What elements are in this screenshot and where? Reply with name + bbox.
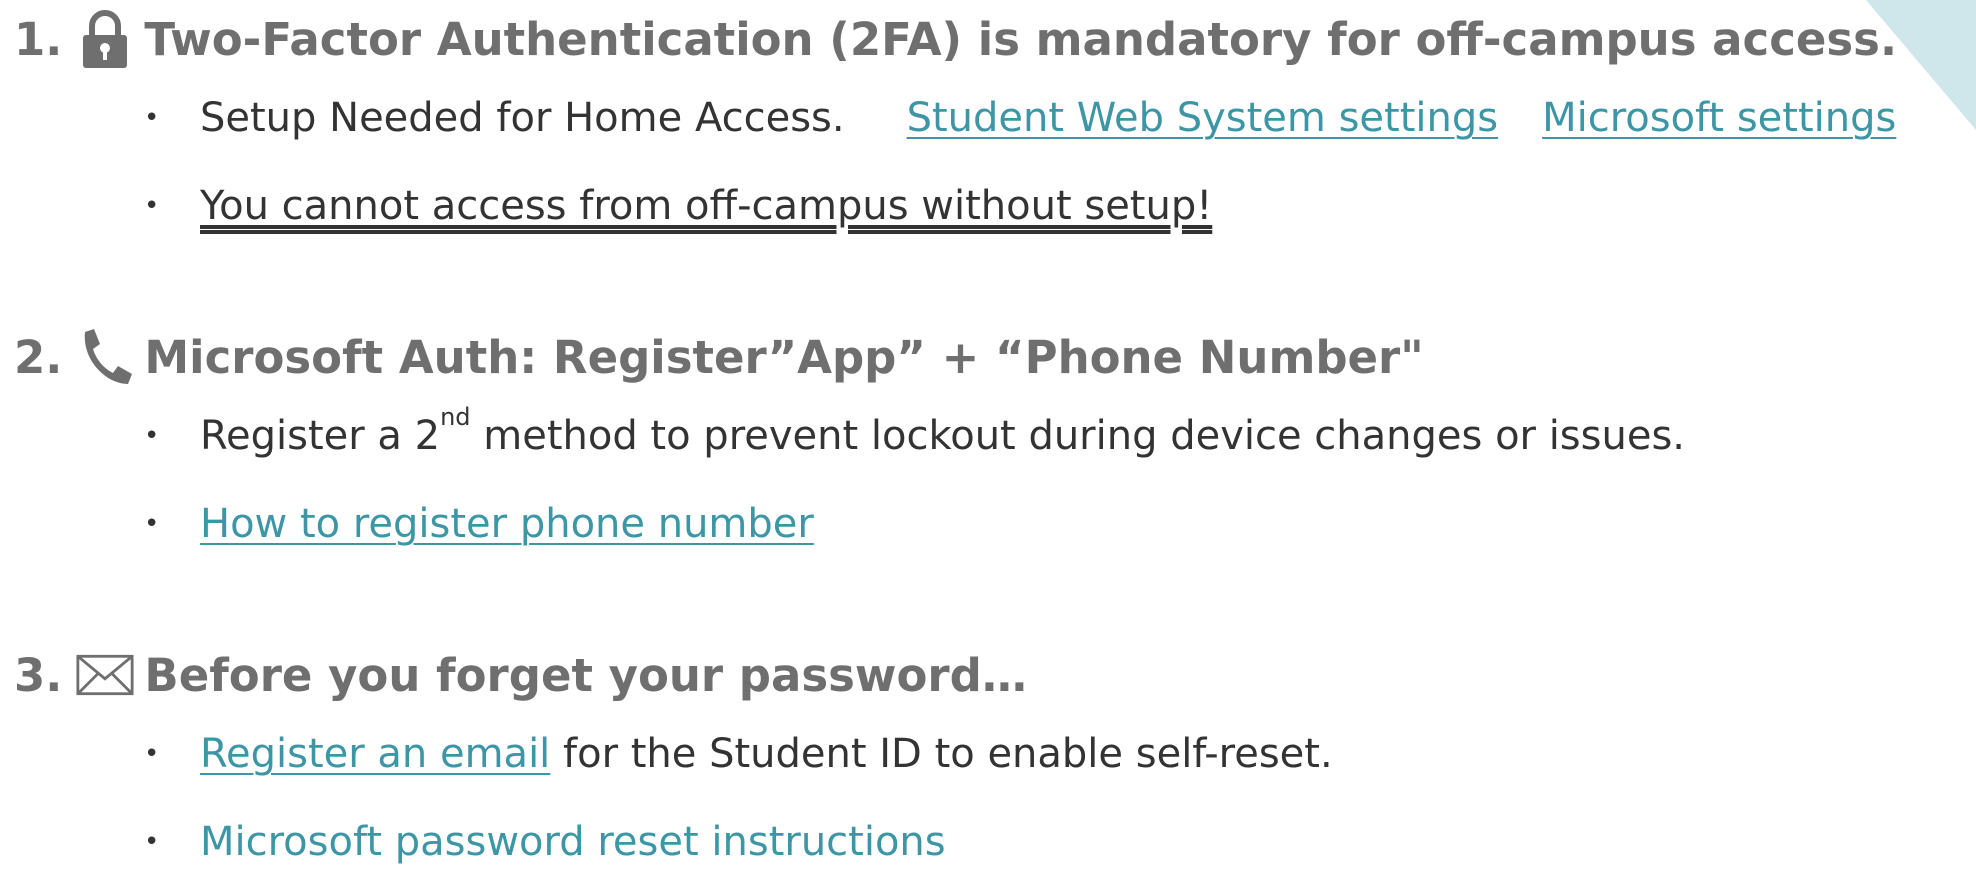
section-heading: 3. Before you forget your password…	[14, 640, 1333, 710]
section-number: 2.	[14, 330, 63, 384]
section-title: Before you forget your password…	[144, 648, 1027, 702]
student-web-system-settings-link[interactable]: Student Web System settings	[907, 95, 1498, 141]
microsoft-settings-link[interactable]: Microsoft settings	[1542, 95, 1896, 141]
list-item: Register an email for the Student ID to …	[14, 710, 1333, 798]
setup-needed-text: Setup Needed for Home Access.	[200, 95, 845, 141]
how-to-register-phone-link[interactable]: How to register phone number	[200, 501, 814, 547]
section-number: 3.	[14, 648, 63, 702]
bullet-list: Register a 2nd method to prevent lockout…	[14, 392, 1685, 568]
list-item: You cannot access from off-campus withou…	[14, 162, 1897, 250]
register-email-link[interactable]: Register an email	[200, 731, 550, 777]
section-microsoft-auth: 2. Microsoft Auth: Register”App” + “Phon…	[14, 322, 1685, 568]
self-reset-text: for the Student ID to enable self-reset.	[550, 731, 1333, 777]
section-heading: 2. Microsoft Auth: Register”App” + “Phon…	[14, 322, 1685, 392]
bullet-list: Register an email for the Student ID to …	[14, 710, 1333, 870]
section-title: Microsoft Auth: Register”App” + “Phone N…	[144, 330, 1424, 384]
section-heading: 1. Two-Factor Authentication (2FA) is ma…	[14, 4, 1897, 74]
list-item: Setup Needed for Home Access. Student Web…	[14, 74, 1897, 162]
ordinal-superscript: nd	[440, 403, 471, 431]
off-campus-warning-text: You cannot access from off-campus withou…	[200, 183, 1213, 229]
bullet-list: Setup Needed for Home Access. Student Web…	[14, 74, 1897, 250]
section-password: 3. Before you forget your password… Regi…	[14, 640, 1333, 870]
envelope-icon	[76, 644, 134, 706]
list-item: How to register phone number	[14, 480, 1685, 568]
lock-icon	[76, 8, 134, 70]
register-method-text: Register a 2nd method to prevent lockout…	[200, 403, 1686, 459]
list-item: Microsoft password reset instructions	[14, 798, 1333, 870]
password-reset-instructions-link[interactable]: Microsoft password reset instructions	[200, 819, 946, 865]
section-2fa: 1. Two-Factor Authentication (2FA) is ma…	[14, 4, 1897, 250]
phone-icon	[76, 326, 134, 388]
section-number: 1.	[14, 12, 63, 66]
list-item: Register a 2nd method to prevent lockout…	[14, 392, 1685, 480]
section-title: Two-Factor Authentication (2FA) is manda…	[144, 12, 1898, 66]
